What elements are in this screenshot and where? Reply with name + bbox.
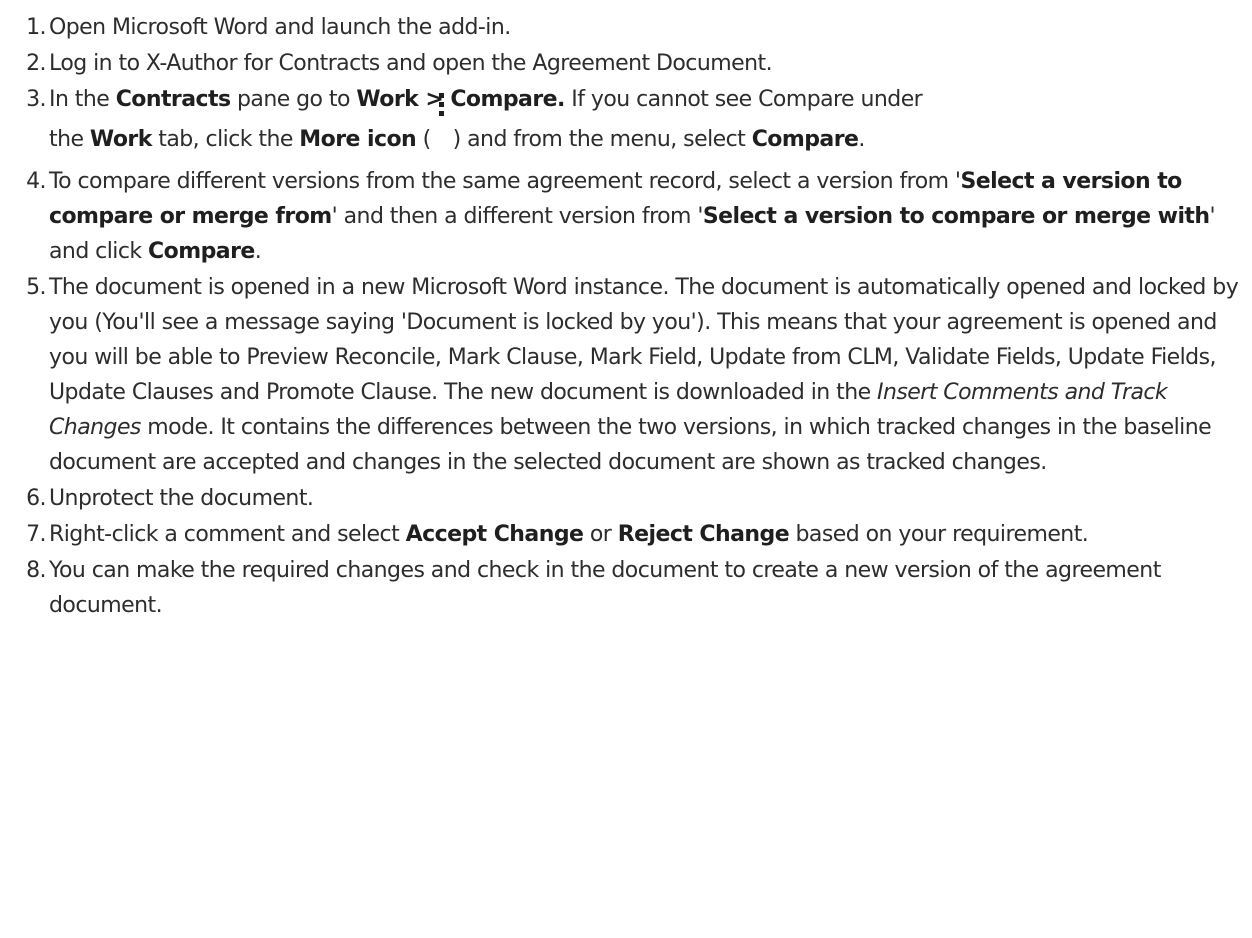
step-number: 4. — [26, 169, 46, 194]
step-1: 1. Open Microsoft Word and launch the ad… — [0, 10, 1252, 45]
select-version-with-label: Select a version to compare or merge wit… — [702, 204, 1210, 229]
step-text: ( — [416, 127, 432, 152]
step-text: Log in to X-Author for Contracts and ope… — [49, 51, 773, 76]
step-number: 7. — [26, 522, 46, 547]
step-number: 1. — [26, 15, 46, 40]
step-text: ' and then a different version from ' — [331, 204, 704, 229]
step-text: Open Microsoft Word and launch the add-i… — [49, 15, 511, 40]
work-tab-label: Work — [89, 127, 152, 152]
step-text: . — [254, 239, 262, 264]
step-5: 5. The document is opened in a new Micro… — [0, 270, 1252, 480]
step-8: 8. You can make the required changes and… — [0, 553, 1252, 623]
step-text: Unprotect the document. — [49, 486, 314, 511]
more-vertical-icon — [435, 93, 449, 143]
step-text: tab, click the — [151, 127, 300, 152]
step-3: 3. In the Contracts pane go to Work > Co… — [0, 82, 1252, 171]
step-text: or — [583, 522, 618, 547]
step-text: ) and from the menu, select — [452, 127, 752, 152]
compare-label: Compare — [751, 127, 859, 152]
step-text: mode. It contains the differences betwee… — [49, 415, 1212, 475]
step-2: 2. Log in to X-Author for Contracts and … — [0, 46, 1252, 81]
reject-change-label: Reject Change — [617, 522, 790, 547]
step-text: based on your requirement. — [789, 522, 1089, 547]
compare-label: Compare — [148, 239, 255, 264]
step-4: 4. To compare different versions from th… — [0, 164, 1252, 269]
step-text: To compare different versions from the s… — [49, 169, 961, 194]
step-number: 6. — [26, 486, 46, 511]
step-number: 8. — [26, 558, 46, 583]
step-3-continuation: the Work tab, click the More icon ( ) and… — [49, 93, 1246, 171]
step-text: the — [49, 127, 90, 152]
step-7: 7. Right-click a comment and select Acce… — [0, 517, 1252, 552]
step-6: 6. Unprotect the document. — [0, 481, 1252, 516]
step-text: Right-click a comment and select — [49, 522, 406, 547]
step-number: 3. — [26, 87, 46, 112]
instruction-steps: 1. Open Microsoft Word and launch the ad… — [0, 10, 1252, 624]
step-number: 2. — [26, 51, 46, 76]
more-icon-label: More icon — [299, 127, 417, 152]
accept-change-label: Accept Change — [405, 522, 584, 547]
step-text: . — [858, 127, 865, 152]
step-number: 5. — [26, 275, 46, 300]
step-text: You can make the required changes and ch… — [49, 558, 1161, 618]
